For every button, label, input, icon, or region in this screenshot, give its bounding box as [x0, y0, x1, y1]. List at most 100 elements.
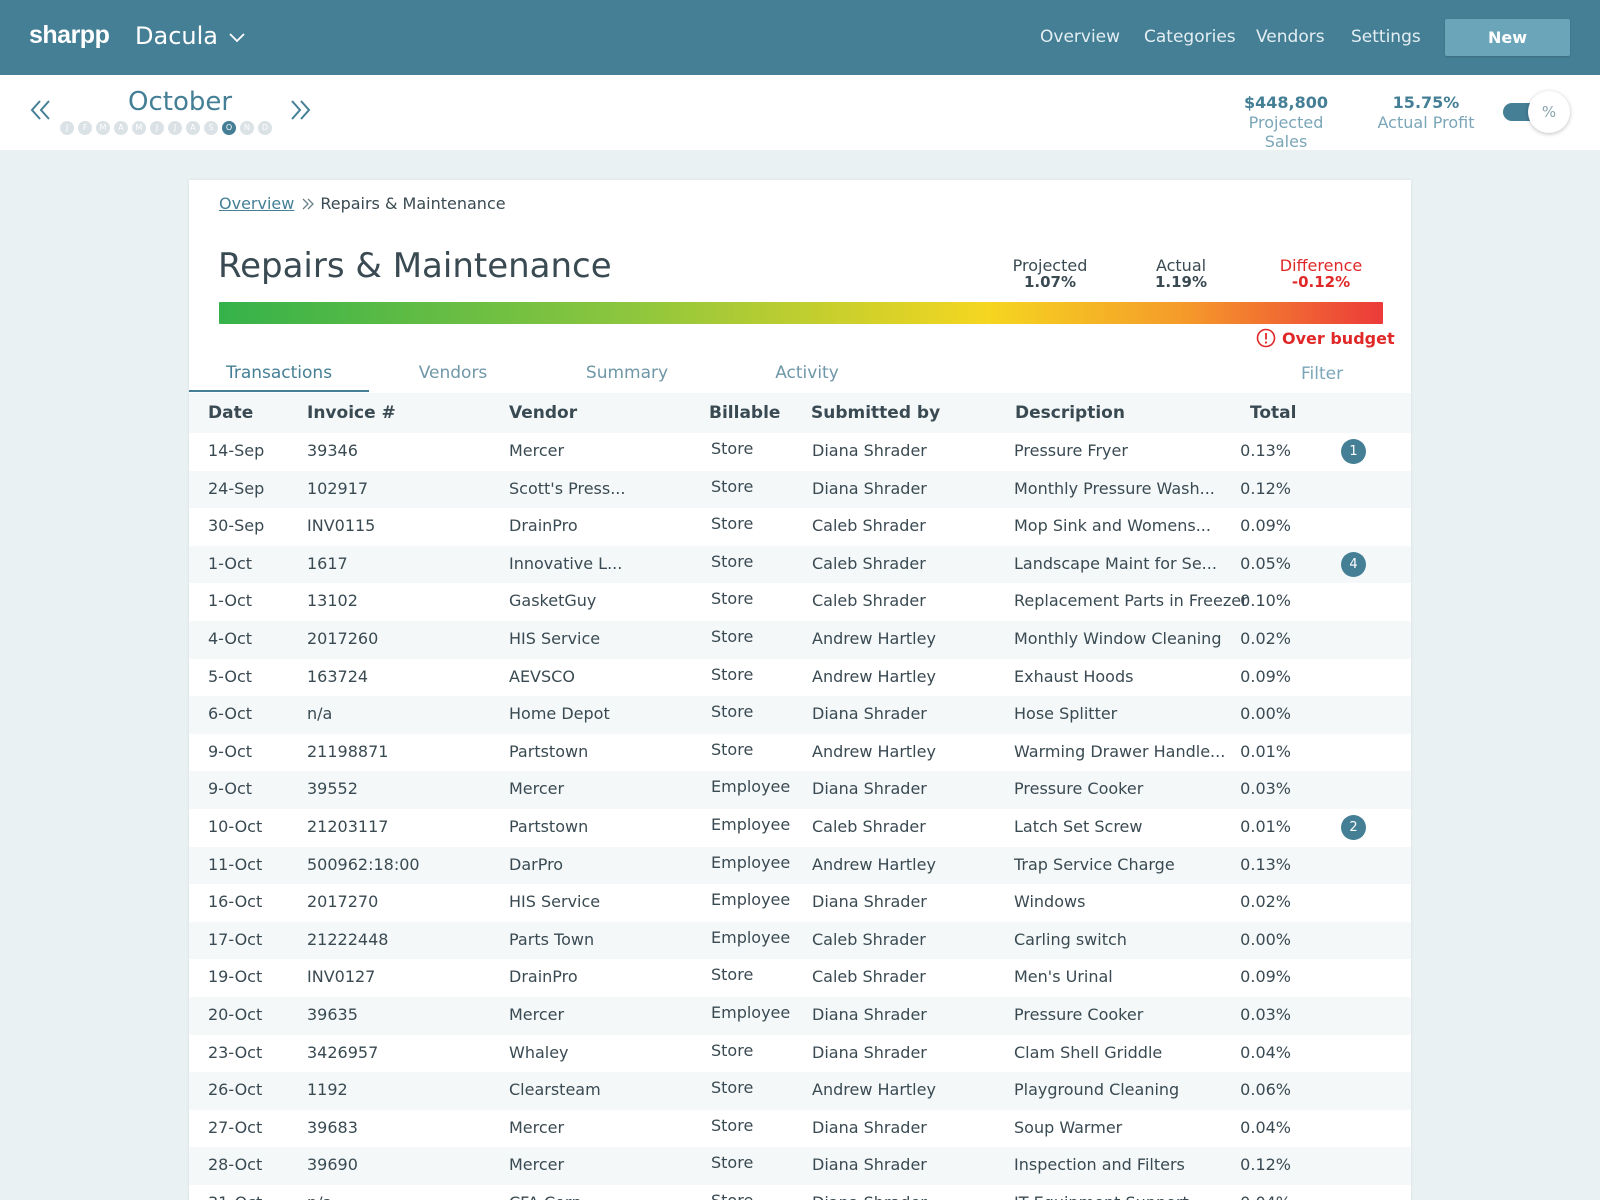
column-vendor[interactable]: Vendor — [509, 403, 577, 423]
billable-cell: Store — [711, 551, 754, 571]
invoice-cell: 3426957 — [307, 1042, 379, 1062]
new-button[interactable]: New — [1445, 19, 1570, 56]
column-submitted-by[interactable]: Submitted by — [811, 403, 940, 423]
billable-cell: Store — [711, 476, 754, 496]
month-dot[interactable]: M — [132, 121, 146, 135]
table-row[interactable]: 11-Oct 500962:18:00 DarPro Employee Andrew H… — [189, 846, 1411, 885]
percent-toggle[interactable]: % — [1528, 91, 1570, 133]
billable-cell: Store — [711, 1191, 753, 1200]
month-dot[interactable]: J — [168, 121, 182, 135]
month-dot[interactable]: O — [222, 121, 236, 135]
date-cell: 6-Oct — [208, 704, 253, 724]
submitted-by-cell: Diana Shrader — [812, 441, 927, 460]
invoice-cell: 39346 — [307, 441, 358, 460]
date-cell: 1-Oct — [208, 591, 253, 611]
month-dot[interactable]: D — [258, 121, 272, 135]
submitted-by-cell: Caleb Shrader — [812, 929, 926, 949]
month-dot[interactable]: S — [204, 121, 218, 135]
filter-button[interactable]: Filter — [1301, 364, 1343, 384]
table-row[interactable]: 1-Oct 1617 Innovative L... Store Caleb Shrad… — [189, 545, 1411, 584]
next-month-icon[interactable] — [287, 97, 313, 123]
total-cell: 0.04% — [1240, 1193, 1291, 1200]
table-row[interactable]: 24-Sep 102917 Scott's Press... Store Diana S… — [189, 470, 1411, 509]
submitted-by-cell: Andrew Hartley — [812, 1080, 936, 1100]
nav-overview[interactable]: Overview — [1040, 27, 1120, 47]
total-cell: 0.09% — [1240, 516, 1291, 536]
month-dot[interactable]: J — [60, 121, 74, 135]
submitted-by-cell: Diana Shrader — [812, 478, 927, 498]
tab-summary[interactable]: Summary — [577, 360, 677, 390]
projected-sales-label: Projected Sales — [1248, 113, 1324, 151]
invoice-cell: 39635 — [307, 1004, 358, 1024]
table-row[interactable]: 30-Sep INV0115 DrainPro Store Caleb Shrader M… — [189, 508, 1411, 546]
projected-metric: Projected 1.07% — [1005, 256, 1095, 291]
billable-cell: Employee — [711, 777, 791, 797]
total-cell: 0.10% — [1240, 591, 1291, 611]
table-row[interactable]: 1-Oct 13102 GasketGuy Store Caleb Shrader Rep… — [189, 583, 1411, 621]
table-row[interactable]: 17-Oct 21222448 Parts Town Employee Caleb Sh… — [189, 921, 1411, 960]
over-budget-text: Over budget — [1282, 328, 1395, 348]
table-row[interactable]: 4-Oct 2017260 HIS Service Store Andrew Hartl… — [189, 620, 1411, 659]
nav-vendors[interactable]: Vendors — [1256, 27, 1325, 47]
invoice-cell: 21198871 — [307, 741, 389, 761]
invoice-cell: 163724 — [307, 666, 369, 686]
month-dot[interactable]: A — [186, 121, 200, 135]
actual-value: 1.19% — [1154, 273, 1208, 291]
table-row[interactable]: 26-Oct 1192 Clearsteam Store Andrew Hartley P… — [189, 1072, 1411, 1110]
table-row[interactable]: 31-Oct n/a CFA Corp Store Diana Shrader IT Eq… — [189, 1185, 1411, 1200]
date-cell: 26-Oct — [208, 1080, 263, 1100]
table-row[interactable]: 14-Sep 39346 Mercer Store Diana Shrader Press… — [189, 433, 1411, 471]
total-cell: 0.13% — [1240, 441, 1291, 460]
previous-month-icon[interactable] — [28, 97, 54, 123]
total-cell: 0.06% — [1240, 1080, 1291, 1100]
tab-transactions[interactable]: Transactions — [189, 360, 369, 392]
table-row[interactable]: 9-Oct 39552 Mercer Employee Diana Shrader Pre… — [189, 771, 1411, 809]
description-cell: Men's Urinal — [1014, 967, 1113, 987]
date-cell: 19-Oct — [208, 967, 263, 987]
table-row[interactable]: 10-Oct 21203117 Partstown Employee Caleb Shr… — [189, 809, 1411, 847]
column-total[interactable]: Total — [1250, 403, 1296, 423]
description-cell: Hose Splitter — [1014, 704, 1118, 724]
table-row[interactable]: 9-Oct 21198871 Partstown Store Andrew Hartle… — [189, 734, 1411, 772]
vendor-cell: HIS Service — [509, 892, 601, 912]
column-billable[interactable]: Billable — [709, 403, 780, 423]
submitted-by-cell: Diana Shrader — [812, 1117, 927, 1137]
column-description[interactable]: Description — [1015, 403, 1125, 423]
tab-activity[interactable]: Activity — [757, 360, 857, 390]
table-row[interactable]: 28-Oct 39690 Mercer Store Diana Shrader Inspe… — [189, 1147, 1411, 1185]
comment-count-badge[interactable]: 1 — [1341, 439, 1366, 464]
billable-cell: Store — [711, 1040, 754, 1060]
comment-count-badge[interactable]: 2 — [1341, 814, 1366, 840]
breadcrumb-overview-link[interactable]: Overview — [219, 194, 294, 213]
table-row[interactable]: 20-Oct 39635 Mercer Employee Diana Shrader Pr… — [189, 996, 1411, 1035]
tab-vendors[interactable]: Vendors — [403, 360, 503, 390]
total-cell: 0.01% — [1240, 816, 1291, 836]
month-dot[interactable]: N — [240, 121, 254, 135]
table-row[interactable]: 23-Oct 3426957 Whaley Store Diana Shrader Cla… — [189, 1035, 1411, 1073]
month-dot[interactable]: A — [114, 121, 128, 135]
month-dot[interactable]: F — [78, 121, 92, 135]
total-cell: 0.03% — [1240, 1004, 1291, 1024]
column-date[interactable]: Date — [208, 403, 253, 423]
store-selector[interactable]: Dacula — [135, 22, 246, 50]
nav-settings[interactable]: Settings — [1351, 27, 1421, 47]
month-dot[interactable]: J — [150, 121, 164, 135]
nav-categories[interactable]: Categories — [1144, 27, 1236, 47]
comment-count-badge[interactable]: 4 — [1341, 551, 1366, 577]
difference-metric: Difference -0.12% — [1271, 256, 1371, 291]
date-cell: 27-Oct — [208, 1117, 263, 1137]
month-dot[interactable]: M — [96, 121, 110, 135]
total-cell: 0.02% — [1240, 892, 1291, 912]
table-row[interactable]: 27-Oct 39683 Mercer Store Diana Shrader Soup … — [189, 1110, 1411, 1148]
submitted-by-cell: Andrew Hartley — [812, 666, 936, 686]
table-row[interactable]: 19-Oct INV0127 DrainPro Store Caleb Shrader M… — [189, 959, 1411, 997]
app-logo[interactable]: sharpp — [29, 21, 110, 50]
table-row[interactable]: 6-Oct n/a Home Depot Store Diana Shrader Hose… — [189, 696, 1411, 734]
table-row[interactable]: 5-Oct 163724 AEVSCO Store Andrew Hartley Exha… — [189, 659, 1411, 697]
invoice-cell: n/a — [307, 704, 333, 724]
table-row[interactable]: 16-Oct 2017270 HIS Service Employee Diana Sh… — [189, 884, 1411, 922]
column-invoice[interactable]: Invoice # — [307, 403, 396, 423]
billable-cell: Employee — [711, 852, 791, 872]
description-cell: Trap Service Charge — [1014, 854, 1175, 874]
description-cell: Playground Cleaning — [1014, 1080, 1180, 1100]
